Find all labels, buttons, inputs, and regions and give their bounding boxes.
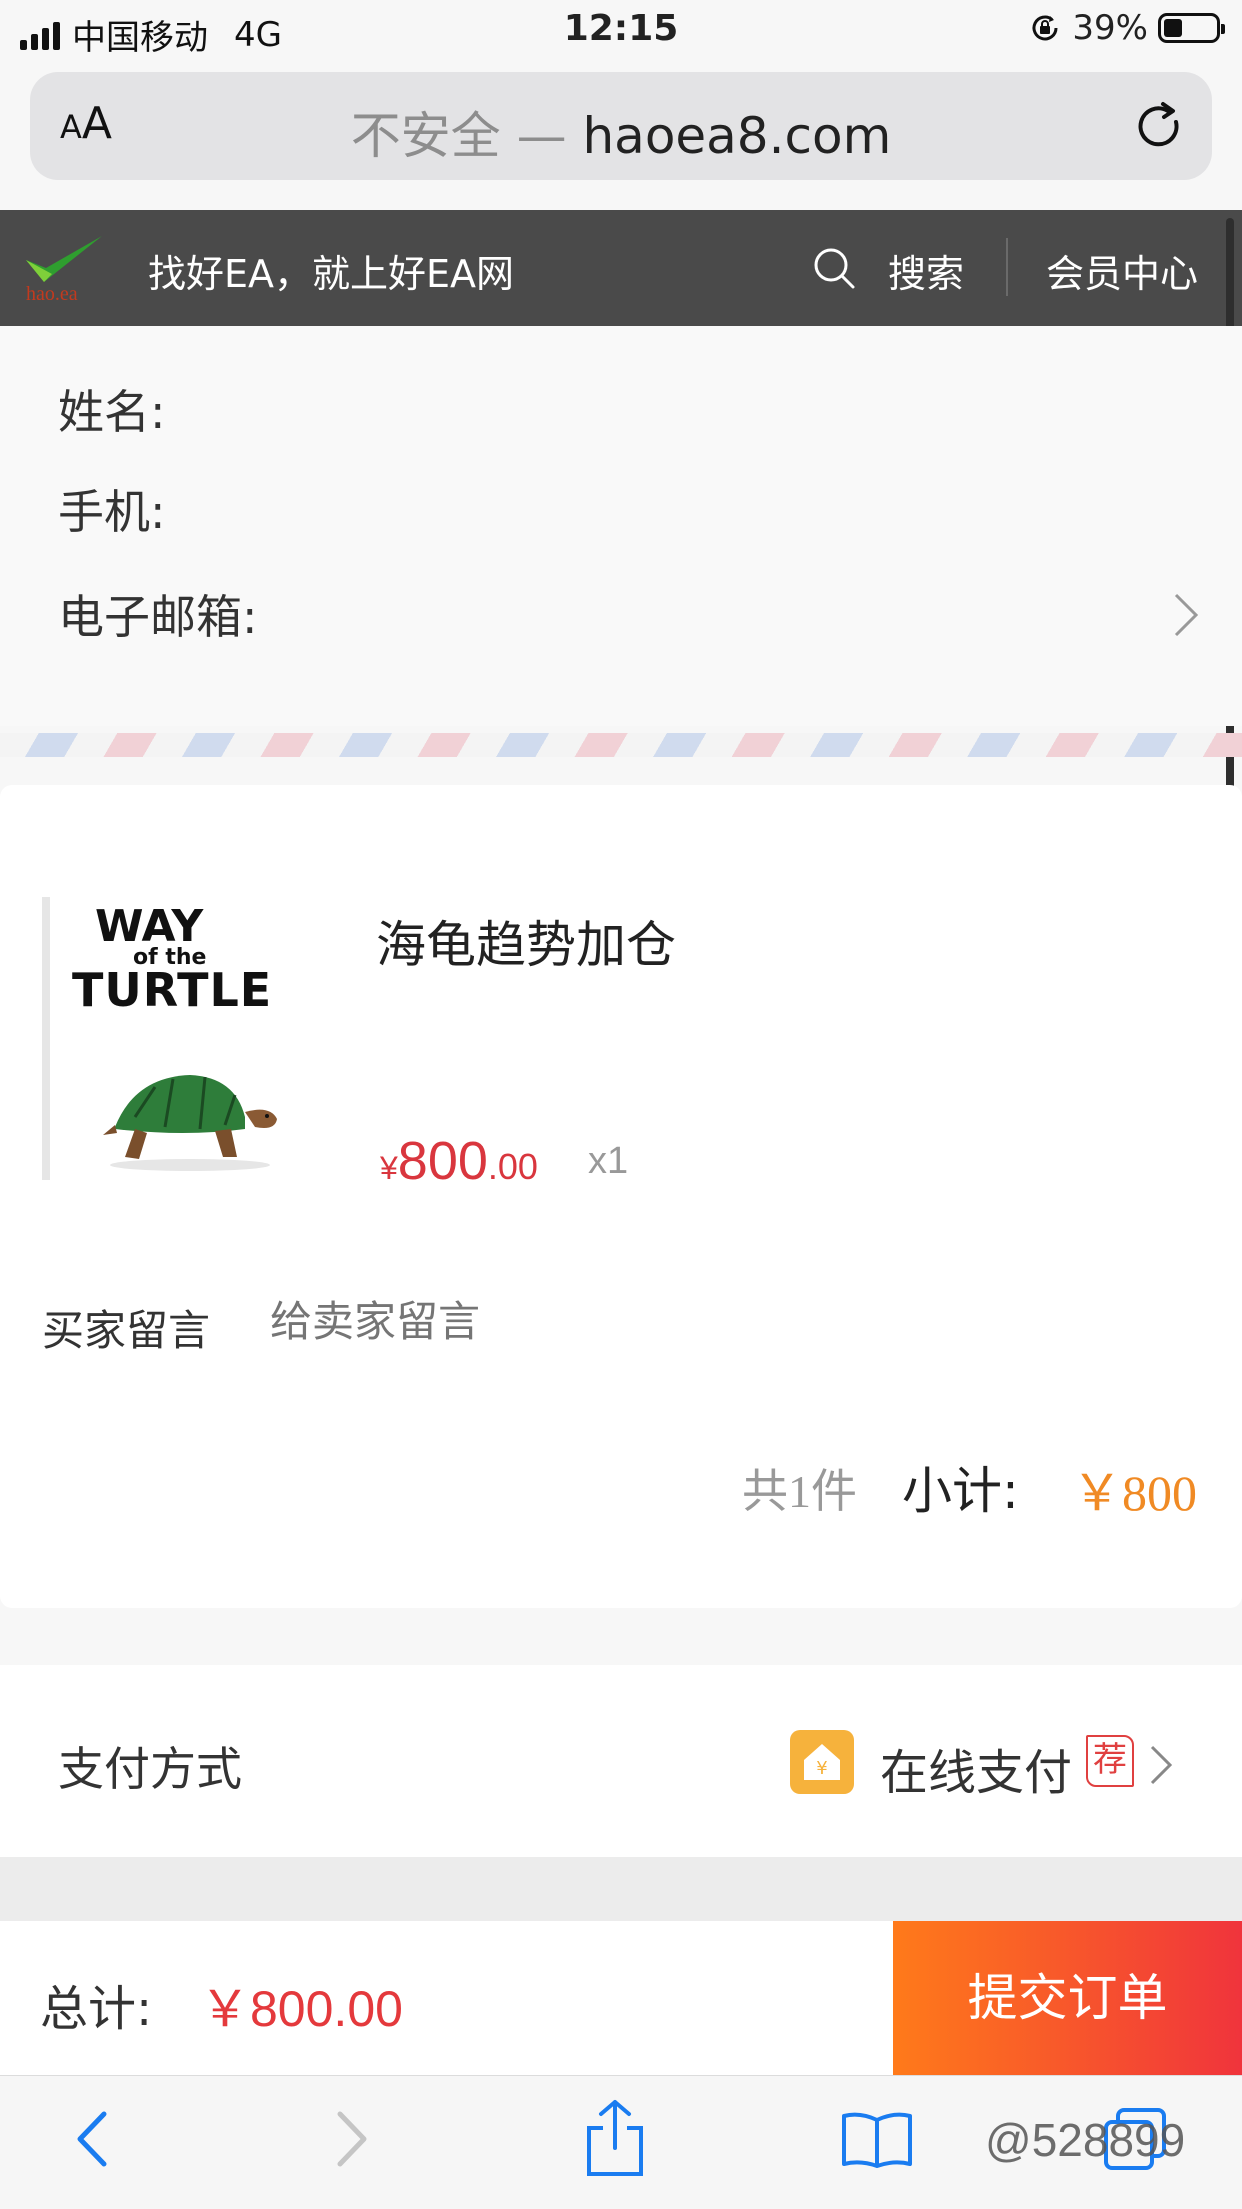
product-quantity: x1 bbox=[588, 1140, 629, 1182]
buyer-message-input[interactable] bbox=[268, 1297, 1172, 1347]
reload-icon[interactable] bbox=[1136, 100, 1188, 156]
forward-icon[interactable] bbox=[330, 2104, 374, 2174]
product-image[interactable]: WAY of the TURTLE bbox=[42, 897, 312, 1180]
status-right: 39% bbox=[1028, 8, 1225, 48]
home-pay-icon: ¥ bbox=[790, 1730, 854, 1794]
email-label: 电子邮箱: bbox=[58, 590, 258, 644]
product-name[interactable]: 海龟趋势加仓 bbox=[376, 905, 676, 977]
header-divider bbox=[1006, 238, 1008, 296]
submit-order-button[interactable]: 提交订单 bbox=[893, 1921, 1242, 2075]
item-count: 共1件 bbox=[742, 1466, 857, 1517]
phone-label: 手机: bbox=[58, 485, 166, 539]
price-decimal: .00 bbox=[487, 1146, 538, 1187]
status-bar: 中国移动 4G 12:15 39% bbox=[0, 0, 1242, 62]
search-link[interactable]: 搜索 bbox=[888, 243, 964, 298]
name-label: 姓名: bbox=[58, 385, 166, 439]
subtotal-label: 小计: bbox=[902, 1462, 1019, 1520]
recommend-badge: 荐 bbox=[1086, 1735, 1134, 1787]
site-slogan: 找好EA，就上好EA网 bbox=[148, 252, 515, 296]
order-card: WAY of the TURTLE 海龟趋势加仓 ¥800.00 x1 买家留言… bbox=[0, 785, 1242, 1608]
url-field[interactable]: 不安全 — haoea8.com bbox=[30, 96, 1212, 168]
site-logo-icon[interactable]: hao.ea bbox=[22, 232, 106, 304]
subtotal-value: ￥800 bbox=[1072, 1465, 1197, 1521]
total-value: ￥800.00 bbox=[200, 1981, 403, 2037]
airmail-divider bbox=[0, 733, 1242, 757]
pay-icon-glyph: ¥ bbox=[816, 1758, 827, 1779]
payment-method-value: 在线支付 bbox=[880, 1745, 1073, 1801]
price-currency: ¥ bbox=[380, 1150, 398, 1186]
contact-info[interactable]: 姓名: 手机: 电子邮箱: bbox=[0, 326, 1242, 726]
search-icon[interactable] bbox=[812, 246, 856, 290]
checkout-bar: 总计: ￥800.00 提交订单 bbox=[0, 1921, 1242, 2075]
total-label: 总计: bbox=[40, 1981, 153, 2037]
share-icon[interactable] bbox=[583, 2098, 647, 2178]
site-header: hao.ea 找好EA，就上好EA网 搜索 会员中心 bbox=[0, 210, 1242, 326]
price-integer: 800 bbox=[397, 1131, 488, 1191]
buyer-message-label: 买家留言 bbox=[42, 1306, 211, 1355]
back-icon[interactable] bbox=[70, 2104, 114, 2174]
section-gap bbox=[0, 1857, 1242, 1921]
payment-method-label: 支付方式 bbox=[58, 1742, 242, 1796]
watermark: @528899 bbox=[985, 2114, 1186, 2166]
address-bar[interactable]: AA 不安全 — haoea8.com bbox=[30, 72, 1212, 180]
payment-method-row[interactable]: 支付方式 ¥ 在线支付 荐 bbox=[0, 1665, 1242, 1857]
browser-toolbar: @528899 bbox=[0, 2075, 1242, 2209]
domain-label: haoea8.com bbox=[582, 107, 892, 165]
chevron-right-icon[interactable] bbox=[1148, 1743, 1174, 1787]
logo-text: hao.ea bbox=[26, 283, 78, 304]
cover-title-line3: TURTLE bbox=[72, 963, 273, 1017]
orientation-lock-icon bbox=[1032, 15, 1058, 41]
bookmarks-icon[interactable] bbox=[840, 2110, 914, 2170]
product-price: ¥800.00 bbox=[380, 1130, 538, 1192]
battery-percent: 39% bbox=[1072, 8, 1148, 48]
turtle-icon bbox=[103, 1075, 277, 1171]
member-center-link[interactable]: 会员中心 bbox=[1046, 243, 1198, 298]
chevron-right-icon[interactable] bbox=[1172, 591, 1200, 639]
security-warning: 不安全 — bbox=[350, 107, 583, 165]
battery-icon bbox=[1158, 13, 1225, 43]
